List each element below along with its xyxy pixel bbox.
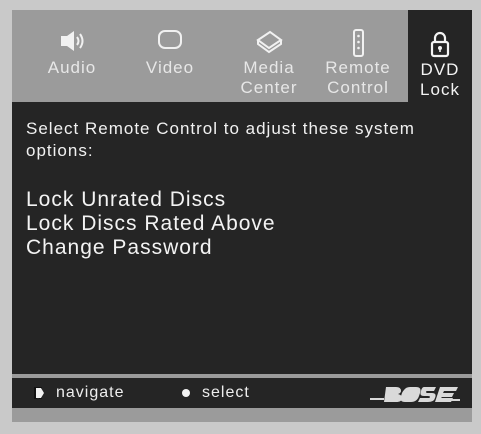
select-icon xyxy=(182,389,190,397)
settings-tabs: Audio Video Media Center Remote Control … xyxy=(12,10,472,102)
tab-dvd-lock[interactable]: DVD Lock xyxy=(408,10,472,102)
dvd-lock-panel: Select Remote Control to adjust these sy… xyxy=(12,102,472,374)
tab-media-center-label: Media Center xyxy=(240,58,298,97)
option-lock-discs-rated-above[interactable]: Lock Discs Rated Above xyxy=(26,212,456,236)
select-label: select xyxy=(202,384,250,401)
footer-bar: navigate select xyxy=(12,378,472,408)
navigate-hint: navigate xyxy=(32,382,125,404)
instruction-text: Select Remote Control to adjust these sy… xyxy=(26,119,415,160)
remote-icon xyxy=(316,28,400,58)
speaker-icon xyxy=(30,28,114,58)
tab-video-label: Video xyxy=(145,58,195,77)
bose-settings-screen: Audio Video Media Center Remote Control … xyxy=(12,10,472,422)
tab-audio-label: Audio xyxy=(47,58,97,77)
navigate-label: navigate xyxy=(56,384,125,401)
tab-dvd-lock-label: DVD Lock xyxy=(420,60,460,99)
bose-logo xyxy=(366,381,462,405)
tab-media-center[interactable]: Media Center xyxy=(222,10,316,102)
tab-remote-control[interactable]: Remote Control xyxy=(316,10,400,102)
media-center-icon xyxy=(222,28,316,58)
select-hint: select xyxy=(182,382,250,404)
tab-remote-control-label: Remote Control xyxy=(325,58,391,97)
tv-icon xyxy=(124,28,216,58)
tab-audio[interactable]: Audio xyxy=(30,10,114,102)
dvd-lock-options: Lock Unrated Discs Lock Discs Rated Abov… xyxy=(26,188,456,260)
option-lock-unrated-discs[interactable]: Lock Unrated Discs xyxy=(26,188,456,212)
tab-video[interactable]: Video xyxy=(124,10,216,102)
lock-icon xyxy=(408,28,472,58)
navigate-icon xyxy=(32,384,46,402)
option-change-password[interactable]: Change Password xyxy=(26,236,456,260)
